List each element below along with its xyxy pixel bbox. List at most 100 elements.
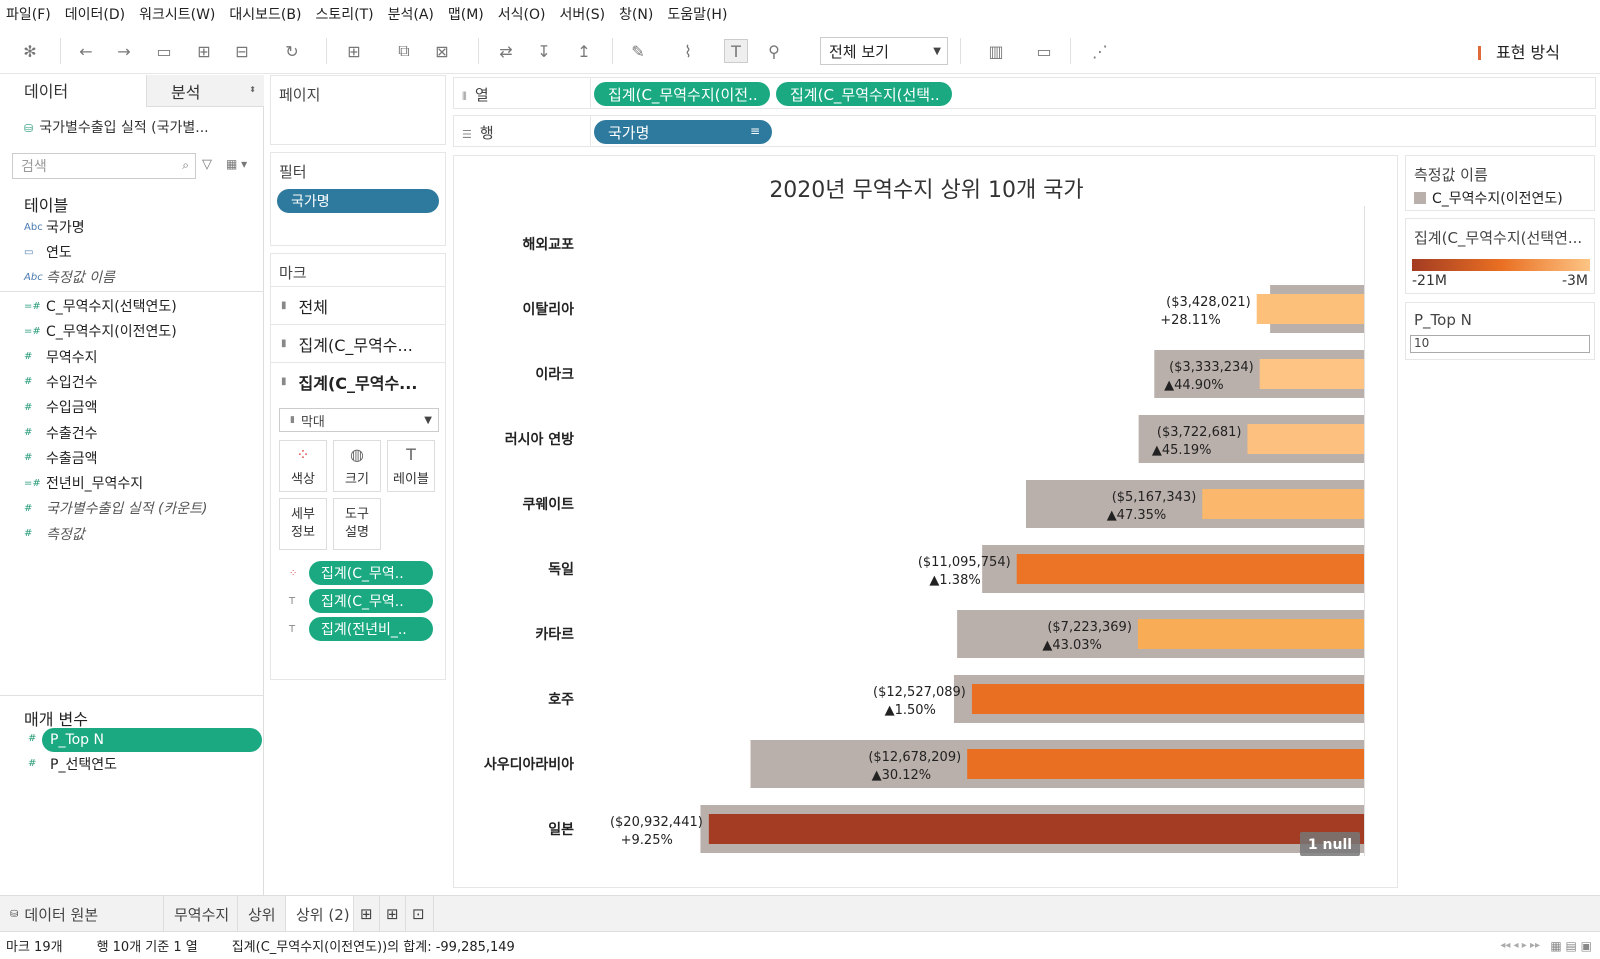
parameter-top-n[interactable]: P_Top N	[42, 728, 262, 752]
new-datasource-icon[interactable]: ⊞	[192, 39, 216, 63]
color-button[interactable]: ⁘ 색상	[279, 440, 327, 492]
field-item[interactable]: # 무역수지	[24, 347, 98, 367]
new-dashboard-icon[interactable]: ⊞	[380, 896, 406, 932]
label-button[interactable]: T 레이블	[387, 440, 435, 492]
parameter-control-title: P_Top N	[1414, 311, 1472, 329]
marks-measure-tab[interactable]: ▮ 집계(C_무역수...	[271, 324, 445, 362]
field-item[interactable]: =# C_무역수지(선택연도)	[24, 296, 177, 316]
rows-pill-country[interactable]: 국가명 ≡	[594, 120, 772, 144]
new-worksheet-icon[interactable]: ⊞	[354, 896, 380, 932]
tab-datasource[interactable]: ⛁ 데이터 원본	[0, 896, 164, 932]
menu-item[interactable]: 데이터(D)	[65, 4, 125, 24]
top-n-input[interactable]: 10	[1410, 335, 1590, 353]
field-label: C_무역수지(선택연도)	[46, 299, 177, 315]
clear-sheet-icon[interactable]: ⊠	[430, 39, 454, 63]
view-options-icon[interactable]: ▦ ▾	[226, 157, 247, 171]
menu-item[interactable]: 분석(A)	[388, 4, 434, 24]
detail-button[interactable]: 세부 정보	[279, 498, 327, 550]
sheet-navigation-icon[interactable]: ◂◂ ◂ ▸ ▸▸	[1500, 940, 1540, 951]
field-item[interactable]: # 수출금액	[24, 448, 98, 468]
new-worksheet-icon[interactable]: ⊞	[342, 39, 366, 63]
field-item[interactable]: Abc 국가명	[24, 217, 85, 237]
mark-type-select[interactable]: ▮ 막대 ▼	[279, 408, 439, 432]
field-item[interactable]: # 수출건수	[24, 423, 98, 443]
marks-measure-tab-active[interactable]: ▮ 집계(C_무역수...	[271, 362, 445, 400]
show-me-button[interactable]: 표현 방식	[1478, 39, 1560, 63]
field-label: 무역수지	[46, 349, 98, 366]
show-cards-icon[interactable]: ▥	[984, 39, 1008, 63]
view-switch-icon[interactable]: ▦ ▤ ▣	[1550, 939, 1592, 953]
tooltip-button[interactable]: 도구 설명	[333, 498, 381, 550]
pause-updates-icon[interactable]: ⊟	[230, 39, 254, 63]
search-input[interactable]: 검색 ⌕	[12, 153, 196, 179]
field-label: 수입금액	[46, 400, 98, 417]
filter-icon[interactable]: ▽	[202, 157, 212, 172]
save-icon[interactable]: ▭	[152, 39, 176, 63]
datasource-item[interactable]: ⛁ 국가별수출입 실적 (국가별...	[24, 117, 209, 137]
filter-pill-country[interactable]: 국가명	[277, 189, 439, 213]
size-button[interactable]: ◍ 크기	[333, 440, 381, 492]
legend-measure-names-title: 측정값 이름	[1414, 166, 1488, 184]
pages-card[interactable]: 페이지	[270, 75, 446, 145]
highlight-icon[interactable]: ✎	[626, 39, 650, 63]
field-item[interactable]: # 측정값	[24, 524, 85, 544]
filters-card[interactable]: 필터 국가명	[270, 152, 446, 246]
menu-item[interactable]: 파일(F)	[6, 4, 51, 24]
rows-shelf[interactable]: ☰ 행 국가명 ≡	[453, 115, 1596, 147]
rows-text: 행	[479, 124, 494, 142]
tab-data[interactable]: 데이터	[0, 75, 146, 107]
menu-item[interactable]: 서식(O)	[498, 4, 546, 24]
tab-top-2-active[interactable]: 상위 (2)	[286, 896, 354, 932]
field-item[interactable]: =# 전년비_무역수지	[24, 473, 143, 493]
color-label: 색상	[291, 472, 315, 487]
menu-item[interactable]: 창(N)	[619, 4, 653, 24]
menu-item[interactable]: 맵(M)	[448, 4, 484, 24]
parameter-selected-year[interactable]: P_선택연도	[50, 754, 117, 774]
duplicate-sheet-icon[interactable]: ⧉	[392, 39, 416, 63]
sheet-tabs: ⛁ 데이터 원본 무역수지 상위 상위 (2) ⊞ ⊞ ⊡	[0, 895, 1600, 932]
sort-descending-icon[interactable]: ↥	[572, 39, 596, 63]
menu-item[interactable]: 스토리(T)	[315, 4, 373, 24]
field-item[interactable]: =# C_무역수지(이전연도)	[24, 321, 177, 341]
columns-shelf[interactable]: ⦀ 열 집계(C_무역수지(이전.. 집계(C_무역수지(선택..	[453, 77, 1596, 109]
share-icon[interactable]: ⋰	[1088, 39, 1112, 63]
redo-icon[interactable]: →	[112, 39, 136, 63]
tableau-logo-icon[interactable]: ✻	[18, 39, 42, 63]
legend-measure-item[interactable]: C_무역수지(이전연도)	[1432, 188, 1563, 208]
menu-item[interactable]: 서버(S)	[559, 4, 605, 24]
bar-selected-year	[1259, 359, 1364, 389]
field-item[interactable]: Abc 측정값 이름	[24, 267, 115, 287]
swap-rows-columns-icon[interactable]: ⇄	[494, 39, 518, 63]
field-item[interactable]: ▭ 연도	[24, 242, 72, 262]
status-rows: 행 10개 기준 1 열	[96, 940, 198, 955]
tab-top[interactable]: 상위	[238, 896, 286, 932]
group-members-icon[interactable]: ⌇	[676, 39, 700, 63]
menu-item[interactable]: 워크시트(W)	[139, 4, 215, 24]
status-marks: 마크 19개	[6, 940, 63, 955]
refresh-icon[interactable]: ↻	[280, 39, 304, 63]
tab-trade-balance[interactable]: 무역수지	[164, 896, 238, 932]
undo-icon[interactable]: ←	[74, 39, 98, 63]
field-item[interactable]: # 수입금액	[24, 397, 98, 417]
mark-pill-label-yoy[interactable]: 집계(전년비_..	[309, 617, 433, 641]
mark-pill-label[interactable]: 집계(C_무역..	[309, 589, 433, 613]
menu-item[interactable]: 도움말(H)	[667, 4, 727, 24]
columns-pill-prior[interactable]: 집계(C_무역수지(이전..	[594, 82, 770, 106]
field-item[interactable]: # 수입건수	[24, 372, 98, 392]
sort-ascending-icon[interactable]: ↧	[532, 39, 556, 63]
fit-view-select[interactable]: 전체 보기 ▼	[820, 37, 948, 65]
tab-analysis[interactable]: 분석 ⬍	[146, 75, 264, 107]
menu-bar: 파일(F) 데이터(D) 워크시트(W) 대시보드(B) 스토리(T) 분석(A) 맵(M)…	[0, 0, 1600, 28]
field-type-icon: #	[24, 401, 33, 413]
columns-pill-selected[interactable]: 집계(C_무역수지(선택..	[776, 82, 952, 106]
field-item[interactable]: # 국가별수출입 실적 (카운트)	[24, 498, 208, 518]
menu-item[interactable]: 대시보드(B)	[229, 4, 301, 24]
new-story-icon[interactable]: ⊡	[406, 896, 434, 932]
presentation-mode-icon[interactable]: ▭	[1032, 39, 1056, 63]
divider	[0, 291, 264, 292]
show-mark-labels-icon[interactable]: T	[724, 39, 748, 63]
fix-axes-icon[interactable]: ⚲	[762, 39, 786, 63]
bar-chart-icon: ▮	[290, 415, 295, 425]
mark-pill-color[interactable]: 집계(C_무역..	[309, 561, 433, 585]
marks-all-tab[interactable]: ▮ 전체	[271, 286, 445, 324]
